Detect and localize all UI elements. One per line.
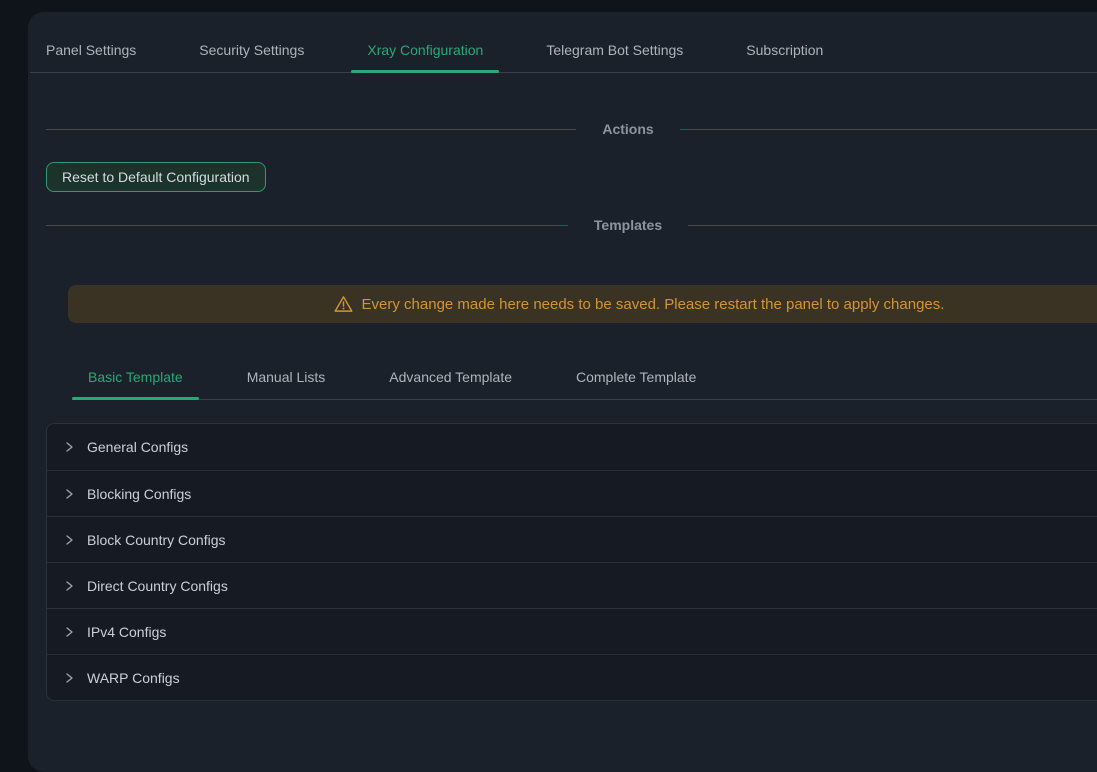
- chevron-right-icon: [63, 488, 75, 500]
- collapse-header-warp-configs[interactable]: WARP Configs: [47, 654, 1097, 700]
- collapse-header-label: WARP Configs: [87, 670, 180, 686]
- collapse-header-blocking-configs[interactable]: Blocking Configs: [47, 470, 1097, 516]
- tab-basic-template[interactable]: Basic Template: [72, 361, 199, 399]
- restart-warning-text: Every change made here needs to be saved…: [362, 296, 945, 313]
- collapse-header-ipv4-configs[interactable]: IPv4 Configs: [47, 608, 1097, 654]
- tab-complete-template[interactable]: Complete Template: [560, 361, 712, 399]
- reset-to-default-button[interactable]: Reset to Default Configuration: [46, 162, 266, 192]
- chevron-right-icon: [63, 534, 75, 546]
- main-tabs: Panel Settings Security Settings Xray Co…: [30, 12, 1097, 73]
- collapse-header-label: Block Country Configs: [87, 532, 226, 548]
- warning-triangle-icon: [334, 295, 353, 313]
- tab-xray-configuration[interactable]: Xray Configuration: [351, 32, 499, 72]
- tab-security-settings[interactable]: Security Settings: [183, 32, 320, 72]
- chevron-right-icon: [63, 441, 75, 453]
- collapse-header-label: Blocking Configs: [87, 486, 191, 502]
- tab-subscription[interactable]: Subscription: [730, 32, 839, 72]
- actions-divider-label: Actions: [576, 119, 679, 139]
- collapse-header-label: General Configs: [87, 439, 188, 455]
- collapse-header-label: Direct Country Configs: [87, 578, 228, 594]
- tab-panel-content: Actions Reset to Default Configuration T…: [28, 119, 1097, 701]
- templates-divider: Templates: [46, 215, 1097, 235]
- collapse-header-label: IPv4 Configs: [87, 624, 166, 640]
- chevron-right-icon: [63, 672, 75, 684]
- tab-panel-settings[interactable]: Panel Settings: [30, 32, 152, 72]
- chevron-right-icon: [63, 626, 75, 638]
- template-collapse-list: General Configs Blocking Configs Block C…: [46, 423, 1097, 701]
- chevron-right-icon: [63, 580, 75, 592]
- tab-manual-lists[interactable]: Manual Lists: [231, 361, 342, 399]
- template-tabs: Basic Template Manual Lists Advanced Tem…: [72, 361, 1097, 400]
- collapse-header-block-country-configs[interactable]: Block Country Configs: [47, 516, 1097, 562]
- actions-divider: Actions: [46, 119, 1097, 139]
- restart-warning-alert: Every change made here needs to be saved…: [68, 285, 1097, 323]
- collapse-header-general-configs[interactable]: General Configs: [47, 424, 1097, 470]
- tab-telegram-bot-settings[interactable]: Telegram Bot Settings: [530, 32, 699, 72]
- templates-divider-label: Templates: [568, 215, 688, 235]
- settings-card: Panel Settings Security Settings Xray Co…: [28, 12, 1097, 772]
- tab-advanced-template[interactable]: Advanced Template: [373, 361, 528, 399]
- collapse-header-direct-country-configs[interactable]: Direct Country Configs: [47, 562, 1097, 608]
